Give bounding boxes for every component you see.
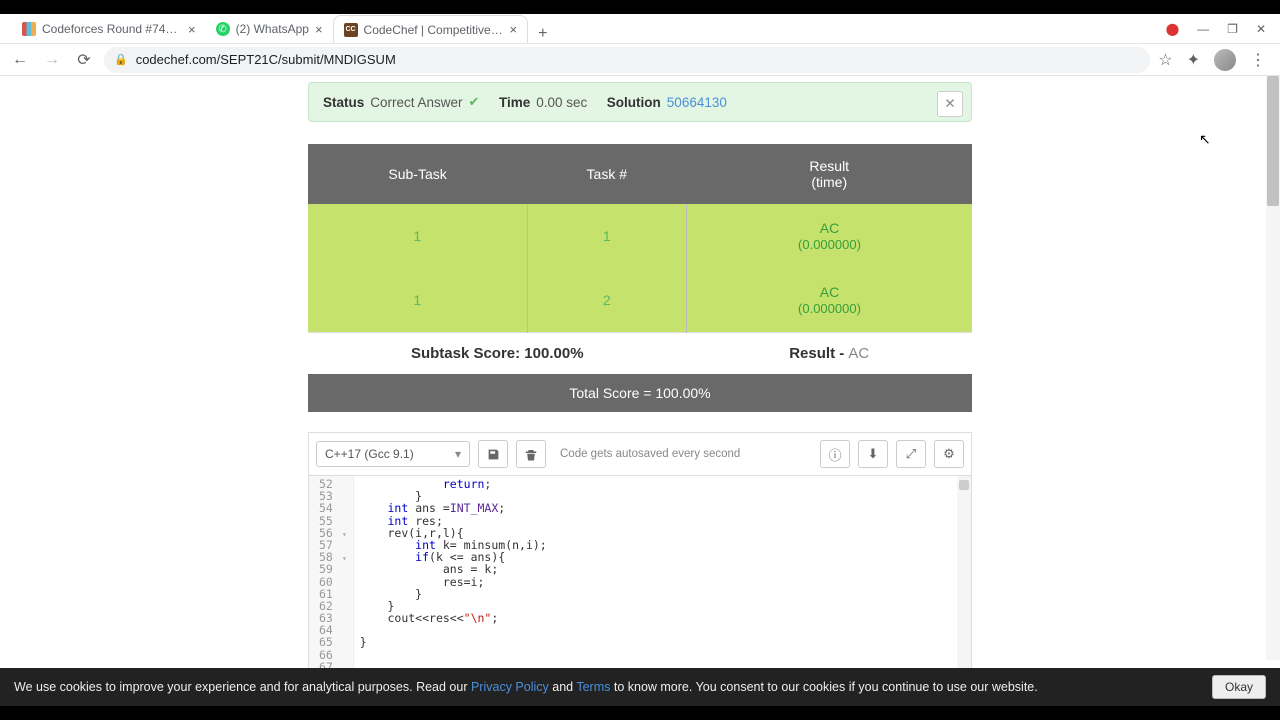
col-result: Result(time) [686,144,972,204]
language-select[interactable]: C++17 (Gcc 9.1) [316,441,470,467]
editor-scrollbar[interactable] [957,476,971,696]
letterbox-top [0,0,1280,14]
line-gutter: 52 53 54 55 56 ▾57 58 ▾59 60 61 62 63 64… [309,476,354,696]
code-editor[interactable]: 52 53 54 55 56 ▾57 58 ▾59 60 61 62 63 64… [309,476,971,696]
minimize-button[interactable]: — [1197,22,1209,36]
lock-icon: 🔒 [114,53,128,66]
cookie-okay-button[interactable]: Okay [1212,675,1266,699]
time-value: 0.00 sec [536,95,587,110]
record-icon[interactable]: ⬤ [1166,22,1179,36]
terms-link[interactable]: Terms [576,680,610,694]
close-icon[interactable]: × [510,22,518,37]
col-task: Task # [527,144,686,204]
letterbox-bottom [0,706,1280,720]
favicon-whatsapp: ✆ [216,22,230,36]
result-summary: Result - AC [686,333,972,375]
cookie-text: We use cookies to improve your experienc… [14,680,1038,694]
submission-status-banner: Status Correct Answer ✔ Time 0.00 sec So… [308,82,972,122]
tab-title: (2) WhatsApp [236,22,309,36]
browser-titlebar: Codeforces Round #742 (Div. 2) × ✆ (2) W… [0,14,1280,44]
tab-whatsapp[interactable]: ✆ (2) WhatsApp × [206,15,333,43]
tab-codeforces[interactable]: Codeforces Round #742 (Div. 2) × [12,15,206,43]
code-editor-panel: C++17 (Gcc 9.1) Code gets autosaved ever… [308,432,972,697]
page-content: Status Correct Answer ✔ Time 0.00 sec So… [0,76,1280,706]
save-button[interactable] [478,440,508,468]
cookie-banner: We use cookies to improve your experienc… [0,668,1280,706]
profile-avatar[interactable] [1214,49,1236,71]
privacy-link[interactable]: Privacy Policy [471,680,549,694]
tab-codechef[interactable]: CC CodeChef | Competitive Program × [333,15,529,43]
url-text: codechef.com/SEPT21C/submit/MNDIGSUM [136,52,396,67]
tab-title: CodeChef | Competitive Program [364,23,504,37]
results-table: Sub-Task Task # Result(time) 11AC(0.0000… [308,144,972,412]
browser-toolbar: ← → ⟳ 🔒 codechef.com/SEPT21C/submit/MNDI… [0,44,1280,76]
solution-label: Solution [607,95,661,110]
bookmark-icon[interactable]: ☆ [1158,50,1172,70]
reload-button[interactable]: ⟳ [72,48,96,72]
window-controls: ⬤ — ❐ ✕ [1152,22,1280,36]
check-icon: ✔ [469,94,480,110]
solution-link[interactable]: 50664130 [667,95,727,110]
autosave-hint: Code gets autosaved every second [560,448,740,460]
forward-button[interactable]: → [40,48,64,72]
browser-tabs: Codeforces Round #742 (Div. 2) × ✆ (2) W… [0,14,1152,43]
favicon-codechef: CC [344,23,358,37]
back-button[interactable]: ← [8,48,32,72]
code-area[interactable]: return; } int ans =INT_MAX; int res; rev… [354,476,650,696]
maximize-button[interactable]: ❐ [1227,22,1238,36]
table-row: 11AC(0.000000) [308,204,972,268]
time-label: Time [499,95,530,110]
menu-icon[interactable]: ⋮ [1250,50,1266,70]
address-bar[interactable]: 🔒 codechef.com/SEPT21C/submit/MNDIGSUM [104,47,1150,73]
status-value: Correct Answer [370,95,462,110]
extensions-icon[interactable]: ✦ [1187,50,1200,70]
fullscreen-button[interactable]: ⤢ [896,440,926,468]
settings-button[interactable]: ⚙ [934,440,964,468]
delete-button[interactable] [516,440,546,468]
download-button[interactable]: ⬇ [858,440,888,468]
col-subtask: Sub-Task [308,144,527,204]
subtask-score: Subtask Score: 100.00% [308,333,686,375]
table-row: 12AC(0.000000) [308,268,972,333]
close-banner-button[interactable]: ✕ [937,91,963,117]
close-button[interactable]: ✕ [1256,22,1266,36]
close-icon[interactable]: × [315,22,323,37]
favicon-codeforces [22,22,36,36]
status-label: Status [323,95,364,110]
info-button[interactable]: ⓘ [820,440,850,468]
close-icon[interactable]: × [188,22,196,37]
new-tab-button[interactable]: + [528,25,557,43]
tab-title: Codeforces Round #742 (Div. 2) [42,22,182,36]
editor-toolbar: C++17 (Gcc 9.1) Code gets autosaved ever… [309,433,971,476]
total-score: Total Score = 100.00% [308,374,972,412]
page-scrollbar[interactable] [1266,76,1280,660]
